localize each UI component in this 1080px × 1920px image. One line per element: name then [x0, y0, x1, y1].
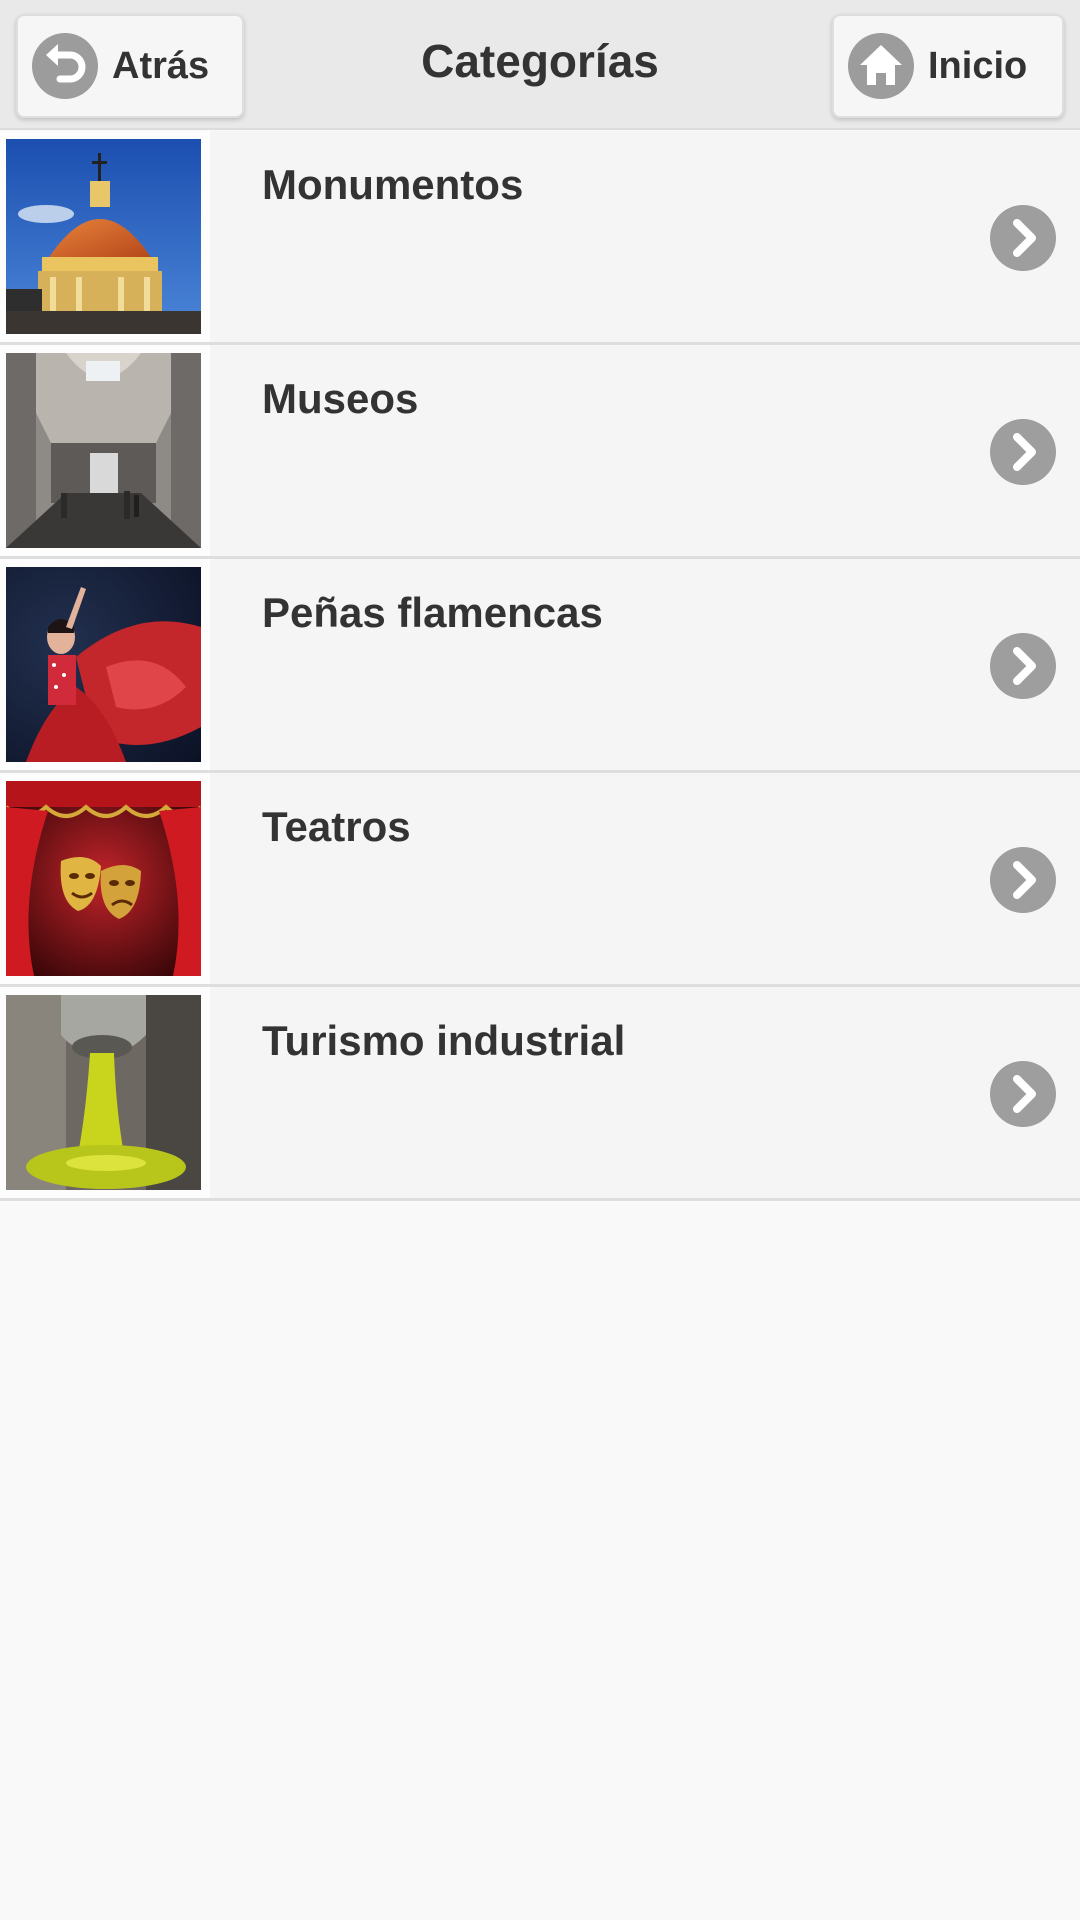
- list-item-teatros[interactable]: Teatros: [0, 773, 1080, 987]
- back-label: Atrás: [112, 44, 210, 87]
- category-label: Teatros: [262, 803, 411, 850]
- olive-oil-image: [6, 995, 201, 1190]
- thumbnail-frame: [0, 773, 210, 984]
- thumbnail-frame: [0, 559, 210, 770]
- chevron-right-icon[interactable]: [990, 419, 1056, 485]
- chevron-right-icon[interactable]: [990, 847, 1056, 913]
- category-list: Monumentos Museos Peñas flamencas Teatro…: [0, 131, 1080, 1201]
- flamenco-dancer-image: [6, 567, 201, 762]
- category-label: Monumentos: [262, 161, 524, 208]
- list-item-museos[interactable]: Museos: [0, 345, 1080, 559]
- category-label: Museos: [262, 375, 419, 422]
- list-item-turismo-industrial[interactable]: Turismo industrial: [0, 987, 1080, 1201]
- monument-dome-image: [6, 139, 201, 334]
- museum-hall-image: [6, 353, 201, 548]
- thumbnail-frame: [0, 131, 210, 342]
- home-icon: [848, 33, 914, 99]
- home-label: Inicio: [928, 44, 1028, 87]
- page-title: Categorías: [421, 35, 659, 87]
- chevron-right-icon[interactable]: [990, 205, 1056, 271]
- back-arrow-icon: [32, 33, 98, 99]
- list-item-penas-flamencas[interactable]: Peñas flamencas: [0, 559, 1080, 773]
- category-label: Turismo industrial: [262, 1017, 626, 1064]
- chevron-right-icon[interactable]: [990, 633, 1056, 699]
- thumbnail-frame: [0, 345, 210, 556]
- header-bar: Atrás Categorías Inicio: [0, 0, 1080, 130]
- thumbnail-frame: [0, 987, 210, 1198]
- back-button[interactable]: Atrás: [16, 14, 244, 118]
- list-item-monumentos[interactable]: Monumentos: [0, 131, 1080, 345]
- category-label: Peñas flamencas: [262, 589, 603, 636]
- home-button[interactable]: Inicio: [832, 14, 1064, 118]
- chevron-right-icon[interactable]: [990, 1061, 1056, 1127]
- theater-masks-image: [6, 781, 201, 976]
